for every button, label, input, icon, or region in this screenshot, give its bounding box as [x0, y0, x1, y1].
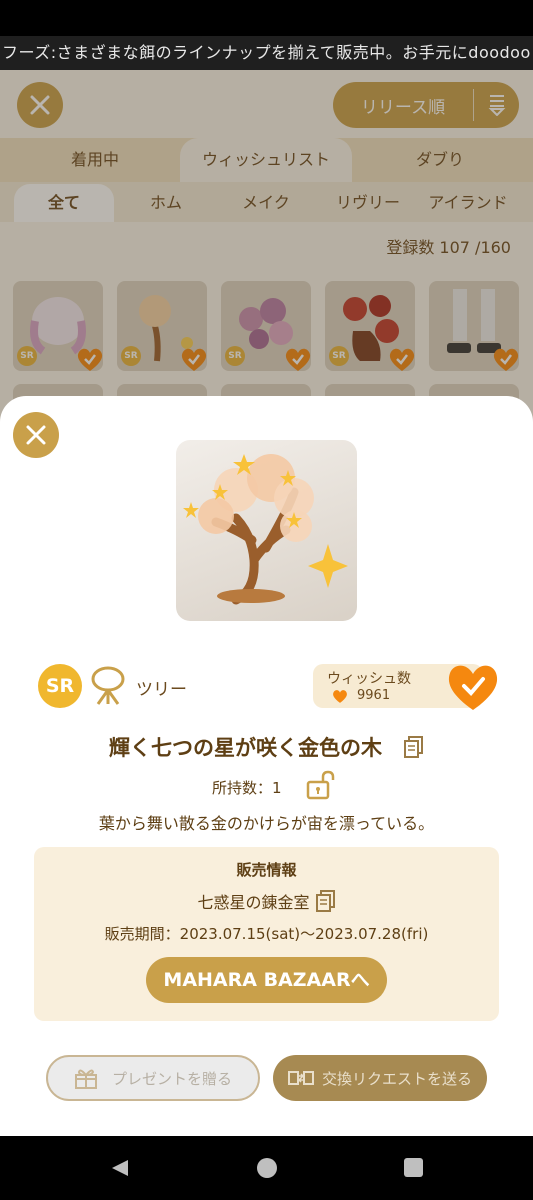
wish-count-value: 9961	[357, 688, 391, 703]
exchange-icon	[287, 1071, 314, 1085]
recent-apps-icon[interactable]	[404, 1158, 423, 1177]
owned-count: 所持数：1	[212, 779, 282, 797]
unlock-icon[interactable]	[305, 770, 337, 800]
send-present-label: プレゼントを贈る	[111, 1069, 232, 1088]
item-title-row: 輝く七つの星が咲く金色の木	[0, 732, 533, 762]
wishlist-toggle-heart-icon[interactable]	[445, 660, 501, 712]
wish-count-label: ウィッシュ数	[327, 671, 411, 687]
copy-icon[interactable]	[315, 890, 336, 912]
status-bar	[0, 0, 533, 36]
item-detail-sheet: SR ツリー ウィッシュ数 9961 輝く七つの星が咲く金色の木 所持数：1 葉…	[0, 396, 533, 1136]
back-icon[interactable]	[110, 1158, 130, 1178]
item-image	[176, 440, 357, 621]
trade-request-button[interactable]: 交換リクエストを送る	[273, 1055, 487, 1101]
mahara-bazaar-button[interactable]: MAHARA BAZAARへ	[146, 957, 387, 1003]
item-type-label: ツリー	[136, 680, 187, 700]
shop-name: 七惑星の錬金室	[197, 893, 310, 912]
close-icon	[26, 425, 46, 445]
news-ticker: フーズ:さまざまな餌のラインナップを揃えて販売中。お手元にdoodoo	[0, 36, 533, 70]
item-title: 輝く七つの星が咲く金色の木	[109, 736, 382, 760]
sales-info-panel: 販売情報 七惑星の錬金室 販売期間：2023.07.15(sat)〜2023.0…	[34, 847, 499, 1021]
sales-period: 販売期間：2023.07.15(sat)〜2023.07.28(fri)	[104, 925, 429, 943]
heart-icon	[333, 690, 347, 703]
golden-tree-illustration	[183, 454, 348, 605]
item-description: 葉から舞い散る金のかけらが宙を漂っている。	[98, 814, 435, 833]
sales-info-heading: 販売情報	[236, 861, 297, 879]
shop-row: 七惑星の錬金室	[34, 889, 499, 913]
send-present-button[interactable]: プレゼントを贈る	[46, 1055, 260, 1101]
trade-request-label: 交換リクエストを送る	[321, 1069, 472, 1088]
tree-type-icon	[91, 666, 125, 705]
home-icon[interactable]	[257, 1158, 277, 1178]
gift-icon	[74, 1069, 97, 1089]
system-nav-bar	[0, 1136, 533, 1200]
close-detail-button[interactable]	[13, 412, 59, 458]
copy-icon[interactable]	[404, 736, 424, 758]
rarity-badge: SR	[38, 664, 82, 708]
